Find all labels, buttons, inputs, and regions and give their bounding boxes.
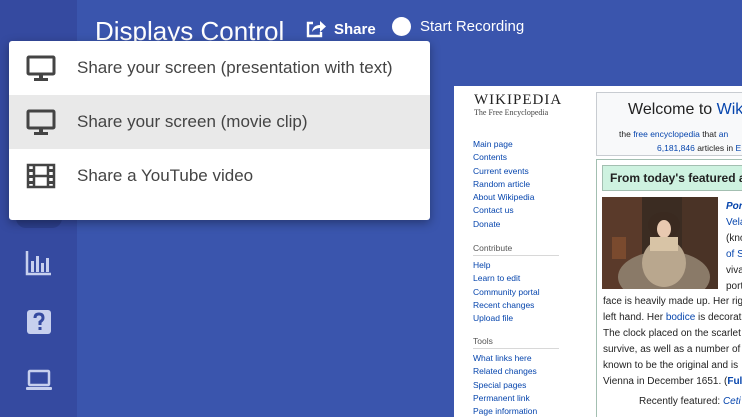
featured-text: The clock placed on the scarlet: [603, 328, 741, 339]
film-icon: [26, 163, 56, 189]
recently-featured-link[interactable]: Ceti: [723, 396, 741, 407]
share-screen-movie-item[interactable]: Share your screen (movie clip): [9, 95, 430, 149]
welcome-title: Welcome to Wik: [628, 101, 742, 119]
share-menu: Share your screen (presentation with tex…: [9, 41, 430, 220]
featured-text: port: [726, 281, 742, 292]
logo-tagline: The Free Encyclopedia: [474, 108, 549, 117]
welcome-text: the: [619, 129, 634, 139]
featured-heading: From today's featured a: [602, 165, 742, 191]
article-count: 6,181,846 articles in E: [657, 143, 741, 153]
share-label: Share: [334, 20, 376, 38]
nav-link[interactable]: Learn to edit: [473, 272, 573, 285]
nav-link[interactable]: Current events: [473, 165, 573, 178]
share-screen-presentation-item[interactable]: Share your screen (presentation with tex…: [9, 41, 430, 95]
wiki-nav-main: Main page Contents Current events Random…: [473, 138, 573, 231]
start-recording-label: Start Recording: [420, 17, 525, 35]
share-youtube-item[interactable]: Share a YouTube video: [9, 149, 430, 203]
featured-text: face is heavily made up. Her rig: [603, 296, 742, 307]
nav-link[interactable]: Special pages: [473, 379, 573, 392]
welcome-text: that: [699, 129, 719, 139]
monitor-icon: [26, 109, 56, 135]
nav-link[interactable]: Page information: [473, 405, 573, 417]
nav-link[interactable]: Random article: [473, 178, 573, 191]
featured-text: Vienna in December 1651. (: [603, 376, 728, 387]
welcome-text: articles in: [694, 143, 736, 153]
menu-item-label: Share a YouTube video: [77, 166, 254, 185]
featured-link[interactable]: Por: [726, 201, 742, 212]
featured-link[interactable]: Vela: [726, 217, 742, 228]
wikipedia-logo: WIKIPEDIA The Free Encyclopedia: [474, 92, 562, 117]
nav-link[interactable]: Main page: [473, 138, 573, 151]
featured-text: viva: [726, 265, 742, 276]
nav-heading: Tools: [473, 334, 559, 349]
featured-text: left hand. Her: [603, 312, 666, 323]
recently-featured-label: Recently featured:: [639, 396, 723, 407]
language-link[interactable]: E: [735, 143, 741, 153]
featured-text: survive, as well as a number of: [603, 344, 741, 355]
start-recording-button[interactable]: Start Recording: [392, 14, 524, 38]
full-article-link[interactable]: Ful: [727, 376, 742, 387]
share-button[interactable]: Share: [305, 16, 376, 42]
featured-text: left hand. Her bodice is decorat: [603, 312, 741, 323]
screen-preview: WIKIPEDIA The Free Encyclopedia Main pag…: [454, 86, 742, 417]
record-icon: [392, 16, 411, 36]
nav-link[interactable]: About Wikipedia: [473, 191, 573, 204]
welcome-subtitle: the free encyclopedia that an: [619, 129, 728, 139]
menu-item-label: Share your screen (movie clip): [77, 112, 308, 131]
welcome-link[interactable]: an: [719, 129, 728, 139]
featured-link[interactable]: of S: [726, 249, 742, 260]
featured-text: (kno: [726, 233, 742, 244]
featured-text: known to be the original and is: [603, 360, 739, 371]
help-icon[interactable]: [24, 307, 54, 337]
featured-text: is decorat: [695, 312, 742, 323]
wiki-nav-tools: Tools What links here Related changes Sp…: [473, 334, 573, 417]
nav-link[interactable]: Contact us: [473, 204, 573, 217]
monitor-icon: [26, 55, 56, 81]
nav-link[interactable]: Community portal: [473, 286, 573, 299]
laptop-icon[interactable]: [24, 365, 54, 395]
nav-link[interactable]: Related changes: [473, 365, 573, 378]
featured-text: Vienna in December 1651. (Ful: [603, 376, 742, 387]
nav-link[interactable]: Donate: [473, 218, 573, 231]
nav-link[interactable]: Help: [473, 259, 573, 272]
share-icon: [306, 21, 326, 38]
wiki-nav-contribute: Contribute Help Learn to edit Community …: [473, 241, 573, 325]
free-encyclopedia-link[interactable]: free encyclopedia: [633, 129, 700, 139]
menu-item-label: Share your screen (presentation with tex…: [77, 58, 393, 77]
nav-link[interactable]: Recent changes: [473, 299, 573, 312]
nav-link[interactable]: Upload file: [473, 312, 573, 325]
logo-name: WIKIPEDIA: [474, 92, 563, 108]
recently-featured: Recently featured: Ceti: [639, 396, 741, 407]
welcome-text: Welcome to: [628, 101, 717, 118]
featured-portrait-image: [602, 197, 718, 289]
nav-link[interactable]: Contents: [473, 151, 573, 164]
bar-chart-icon[interactable]: [24, 248, 54, 278]
welcome-banner: Welcome to Wik the free encyclopedia tha…: [596, 92, 742, 156]
article-count-link[interactable]: 6,181,846: [657, 143, 695, 153]
bodice-link[interactable]: bodice: [666, 312, 695, 323]
nav-heading: Contribute: [473, 241, 559, 256]
welcome-link[interactable]: Wik: [717, 101, 742, 118]
nav-link[interactable]: Permanent link: [473, 392, 573, 405]
nav-link[interactable]: What links here: [473, 352, 573, 365]
